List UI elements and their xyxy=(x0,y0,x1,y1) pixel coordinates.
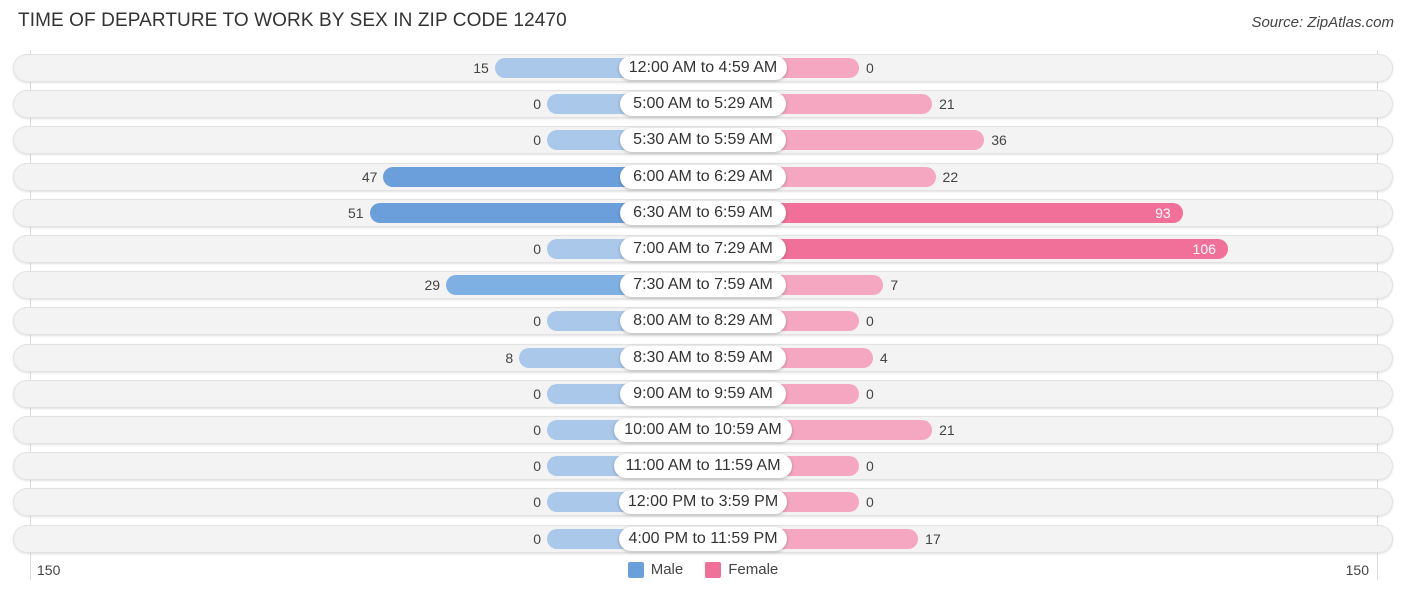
category-label: 5:00 AM to 5:29 AM xyxy=(620,92,786,117)
value-label-female: 0 xyxy=(866,60,874,76)
value-label-female: 93 xyxy=(1155,204,1171,221)
legend-item-female[interactable]: Female xyxy=(705,561,778,578)
value-label-male: 0 xyxy=(533,313,541,330)
value-label-male: 0 xyxy=(533,458,541,475)
category-label: 5:30 AM to 5:59 AM xyxy=(620,128,786,153)
value-label-male: 15 xyxy=(473,60,489,76)
legend-item-male[interactable]: Male xyxy=(627,561,684,578)
value-label-female: 21 xyxy=(939,422,955,438)
category-label: 6:00 AM to 6:29 AM xyxy=(620,164,786,189)
value-label-male: 51 xyxy=(347,204,364,221)
value-label-female: 4 xyxy=(879,349,888,366)
legend-label-male: Male xyxy=(650,561,684,578)
value-label-female: 106 xyxy=(1192,241,1216,257)
value-label-female: 0 xyxy=(866,313,874,330)
value-label-female: 36 xyxy=(991,132,1007,149)
category-label: 10:00 AM to 10:59 AM xyxy=(614,418,792,442)
category-label: 11:00 AM to 11:59 AM xyxy=(614,454,792,479)
category-label: 7:00 AM to 7:29 AM xyxy=(620,237,786,261)
category-label: 12:00 PM to 3:59 PM xyxy=(619,490,787,515)
chart-title: TIME OF DEPARTURE TO WORK BY SEX IN ZIP … xyxy=(18,10,567,31)
category-label: 8:00 AM to 8:29 AM xyxy=(620,309,786,334)
value-label-male: 0 xyxy=(533,96,541,113)
value-label-male: 0 xyxy=(533,422,541,438)
value-label-male: 29 xyxy=(424,277,441,294)
value-label-male: 0 xyxy=(533,241,541,257)
value-label-female: 0 xyxy=(866,458,874,475)
category-label: 9:00 AM to 9:59 AM xyxy=(620,381,786,406)
value-label-female: 0 xyxy=(866,494,874,511)
category-label: 8:30 AM to 8:59 AM xyxy=(620,345,786,370)
value-label-male: 0 xyxy=(533,530,541,547)
legend-swatch-female xyxy=(705,561,722,578)
value-label-male: 0 xyxy=(533,132,541,149)
value-label-female: 22 xyxy=(942,168,959,185)
category-label: 4:00 PM to 11:59 PM xyxy=(619,526,787,551)
category-label: 7:30 AM to 7:59 AM xyxy=(620,273,786,298)
legend: Male Female xyxy=(0,561,1406,578)
value-label-female: 7 xyxy=(890,277,899,294)
legend-swatch-male xyxy=(627,561,644,578)
category-label: 12:00 AM to 4:59 AM xyxy=(619,56,787,80)
value-label-female: 17 xyxy=(925,530,941,547)
value-label-female: 0 xyxy=(866,385,874,402)
source-label: Source: ZipAtlas.com xyxy=(1251,14,1394,31)
value-label-male: 0 xyxy=(533,494,541,511)
value-label-female: 21 xyxy=(939,96,955,113)
value-label-male: 0 xyxy=(533,385,541,402)
legend-label-female: Female xyxy=(728,561,779,578)
value-label-male: 8 xyxy=(505,349,514,366)
value-label-male: 47 xyxy=(361,168,378,185)
category-label: 6:30 AM to 6:59 AM xyxy=(620,200,786,225)
